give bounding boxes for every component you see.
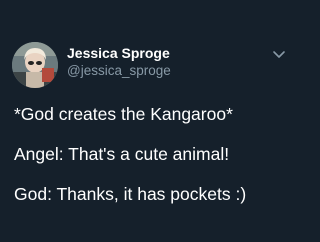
- chevron-down-icon[interactable]: [272, 50, 286, 60]
- author-avatar[interactable]: [12, 42, 58, 88]
- author-handle[interactable]: @jessica_sproge: [67, 63, 171, 78]
- avatar-photo-icon: [12, 42, 58, 88]
- tweet-line: *God creates the Kangaroo*: [14, 104, 233, 124]
- tweet-line: Angel: That's a cute animal!: [14, 144, 230, 164]
- tweet-line: God: Thanks, it has pockets :): [14, 184, 247, 204]
- tweet-card: Jessica Sproge @jessica_sproge *God crea…: [0, 0, 300, 242]
- tweet-text: *God creates the Kangaroo* Angel: That's…: [14, 104, 294, 224]
- author-display-name[interactable]: Jessica Sproge: [67, 45, 170, 61]
